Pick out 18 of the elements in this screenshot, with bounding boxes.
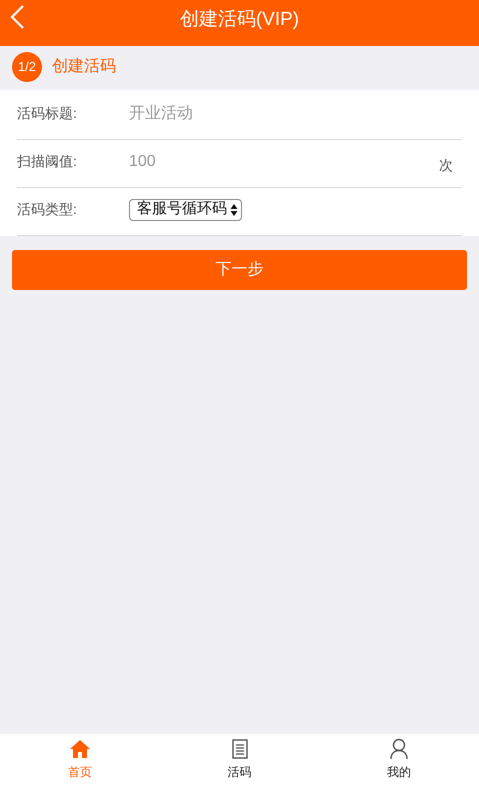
user-icon	[389, 738, 410, 760]
step-label: 创建活码	[52, 56, 116, 77]
back-icon	[8, 4, 26, 30]
type-dropdown[interactable]: 客服号循环码	[129, 198, 242, 220]
nav-tab[interactable]: 我的	[319, 734, 479, 785]
step-number: 1/2	[12, 52, 42, 82]
field-label: 活码标题:	[17, 104, 78, 123]
back-button[interactable]	[8, 4, 26, 30]
unit-label: 次	[439, 156, 453, 175]
page-title: 创建活码(VIP)	[180, 8, 300, 32]
home-icon	[68, 739, 91, 759]
field-label: 扫描阈值:	[17, 152, 78, 171]
field-label: 活码类型:	[17, 200, 78, 219]
dropdown-arrows-icon	[230, 202, 238, 216]
nav-tab[interactable]: 活码	[160, 734, 320, 785]
input-field[interactable]: 100	[129, 146, 439, 176]
input-field[interactable]: 开业活动	[129, 98, 462, 128]
document-icon	[232, 739, 248, 759]
